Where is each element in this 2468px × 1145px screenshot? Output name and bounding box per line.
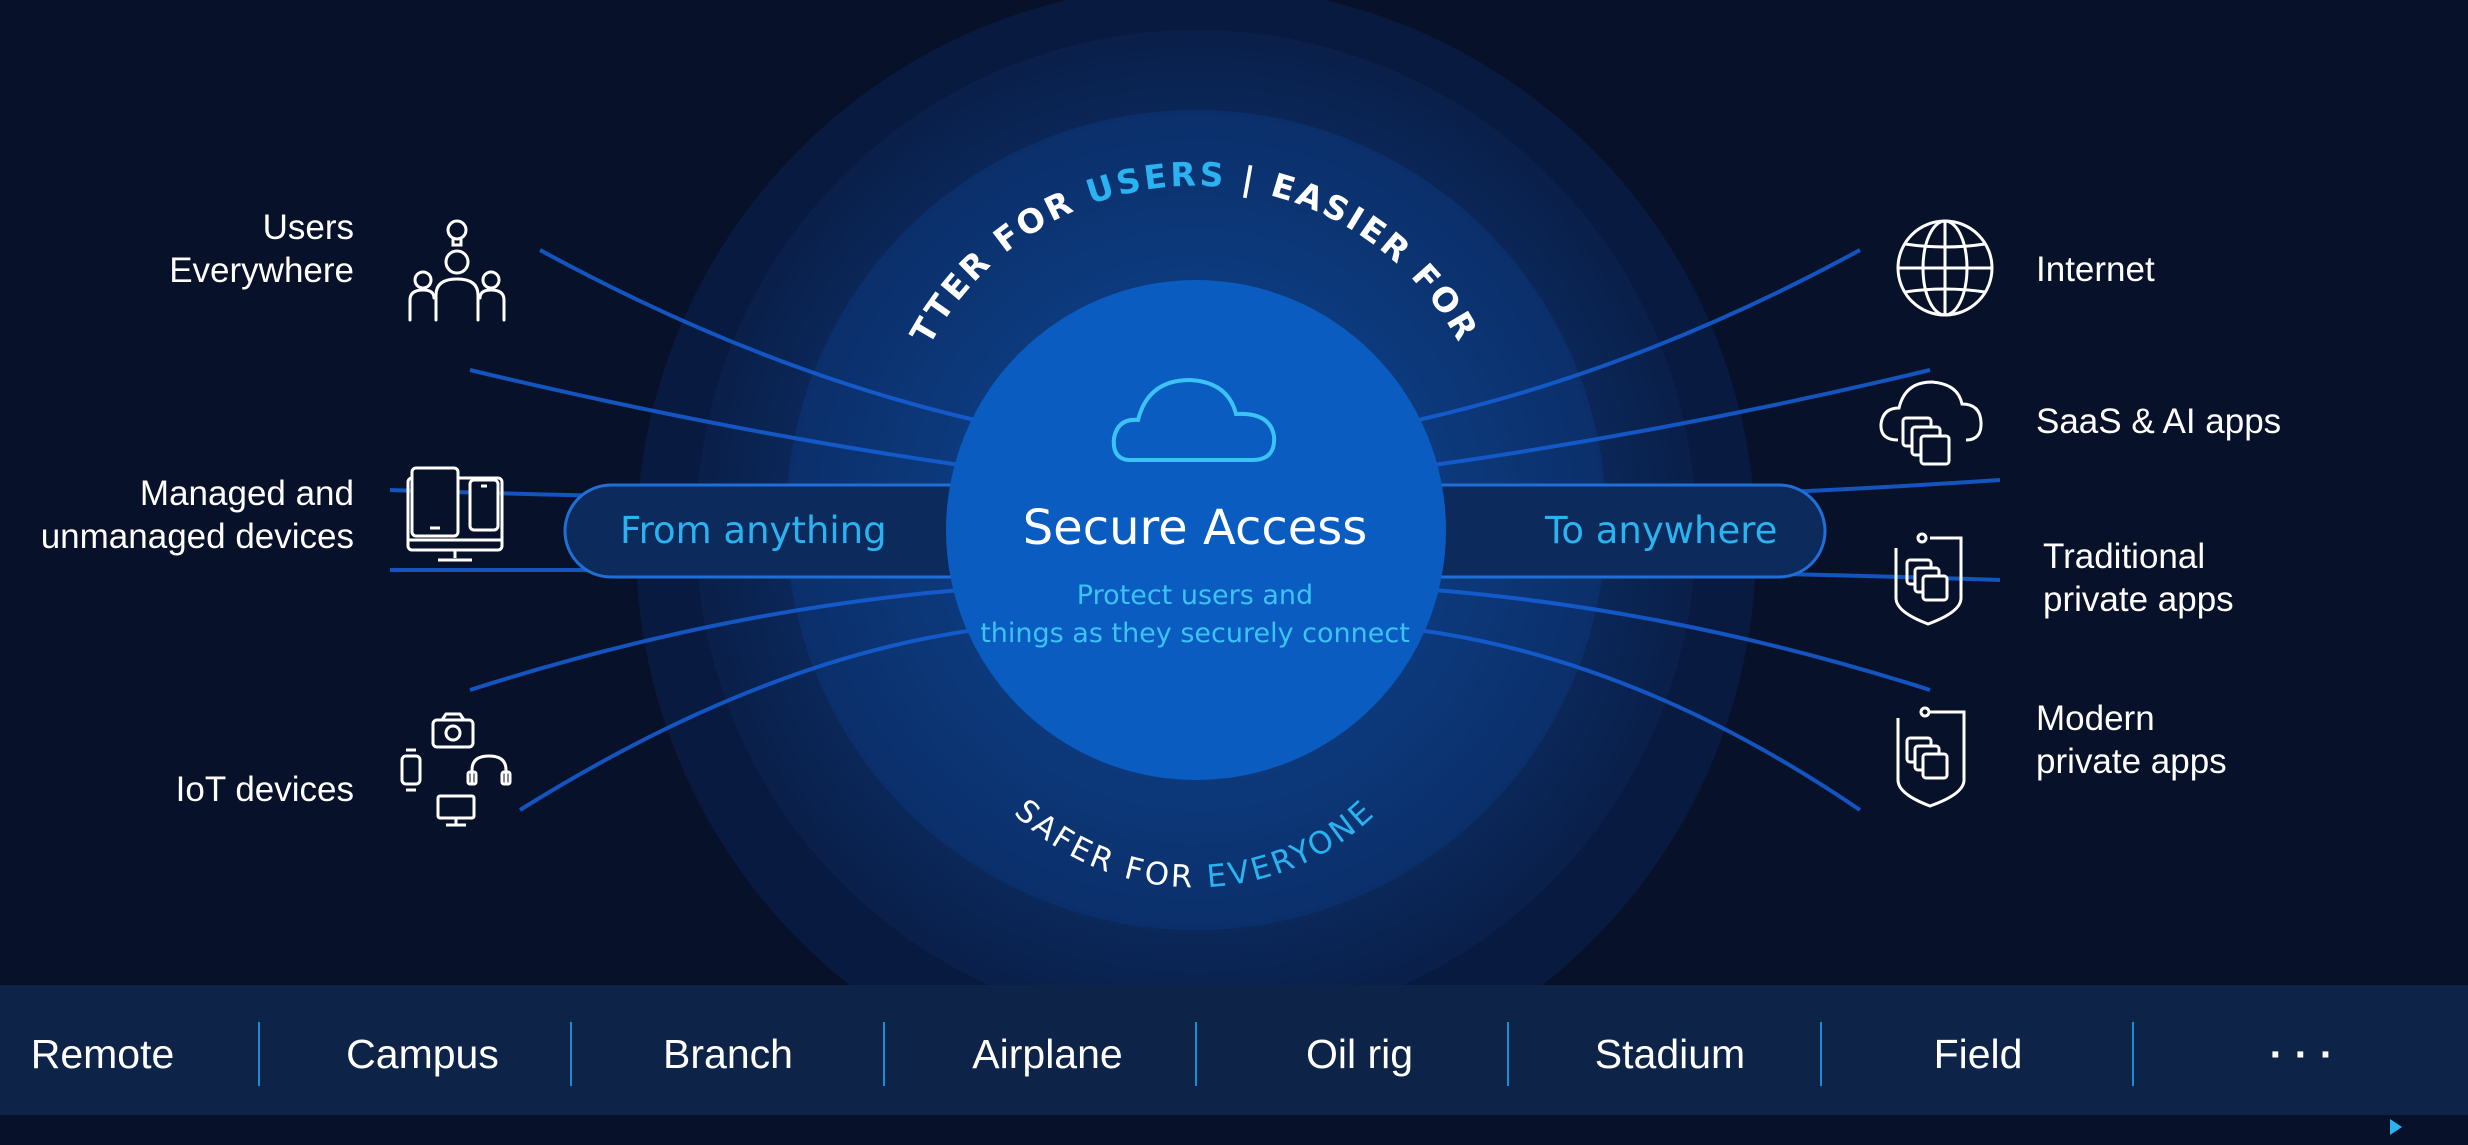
dest-modern: Modern private apps: [2036, 697, 2227, 783]
dest-traditional-line1: Traditional: [2043, 537, 2206, 576]
iot-devices-icon: [400, 712, 512, 827]
cloud-apps-icon: [1879, 380, 1983, 466]
location-more: · · ·: [2269, 1031, 2334, 1077]
arc-top-separator: |: [1225, 157, 1276, 203]
subtitle-line-2: things as they securely connect: [980, 618, 1410, 649]
location-campus: Campus: [346, 1031, 499, 1077]
source-users-line1: Users: [262, 208, 354, 247]
location-oil-rig: Oil rig: [1305, 1031, 1414, 1077]
from-anything-label: From anything: [620, 509, 887, 552]
location-branch: Branch: [663, 1031, 793, 1077]
location-airplane: Airplane: [972, 1031, 1123, 1077]
source-devices-line1: Managed and: [139, 474, 354, 513]
dest-saas: SaaS & AI apps: [2036, 400, 2281, 443]
users-icon: [408, 219, 506, 322]
dest-traditional: Traditional private apps: [2043, 535, 2234, 621]
dest-internet-line1: Internet: [2036, 250, 2155, 289]
location-remote: Remote: [30, 1031, 175, 1077]
subtitle-line-1: Protect users and: [1076, 580, 1314, 611]
dest-internet: Internet: [2036, 248, 2155, 291]
source-users: Users Everywhere: [169, 206, 354, 292]
source-devices: Managed and unmanaged devices: [41, 472, 354, 558]
source-iot: IoT devices: [176, 768, 354, 811]
dest-saas-line1: SaaS & AI apps: [2036, 402, 2282, 441]
dest-traditional-line2: private apps: [2043, 580, 2234, 619]
secure-access-title: Secure Access: [1022, 500, 1368, 556]
secure-access-subtitle: Protect users and things as they securel…: [945, 577, 1445, 653]
to-anywhere-label: To anywhere: [1545, 509, 1778, 552]
dest-modern-line1: Modern: [2036, 699, 2155, 738]
devices-icon: [406, 466, 504, 562]
source-users-line2: Everywhere: [169, 251, 354, 290]
shield-key-apps-icon: [1896, 706, 1966, 808]
source-devices-line2: unmanaged devices: [40, 517, 354, 556]
globe-icon: [1896, 219, 1994, 317]
timeline-arrow-head: [2390, 1119, 2402, 1135]
source-iot-line1: IoT devices: [175, 770, 354, 809]
location-stadium: Stadium: [1594, 1031, 1746, 1077]
arc-top-it: IT: [0, 0, 13, 8]
location-field: Field: [1933, 1031, 2023, 1077]
dest-modern-line2: private apps: [2036, 742, 2227, 781]
